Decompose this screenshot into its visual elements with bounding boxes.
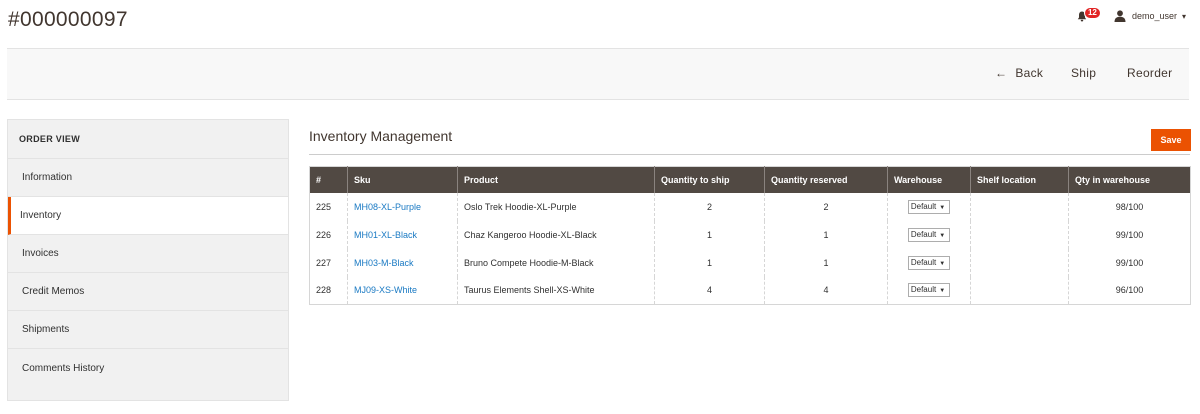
table-row: 225 MH08-XL-Purple Oslo Trek Hoodie-XL-P… [309, 192, 1191, 221]
section-title: Inventory Management [309, 128, 453, 144]
chevron-down-icon: ▾ [1181, 11, 1186, 21]
warehouse-select[interactable]: Default ▼ [907, 199, 951, 214]
cell-shelf-location [970, 248, 1069, 277]
save-button[interactable]: Save [1151, 129, 1191, 151]
sku-link[interactable]: MH08-XL-Purple [354, 202, 421, 212]
user-icon [1114, 10, 1126, 22]
column-header-id: # [309, 166, 348, 193]
cell-id: 225 [309, 192, 348, 221]
cell-quantity-to-ship: 1 [654, 220, 765, 249]
table-row: 227 MH03-M-Black Bruno Compete Hoodie-M-… [309, 248, 1191, 277]
sidebar-item-comments-history[interactable]: Comments History [8, 349, 288, 387]
sku-link[interactable]: MH03-M-Black [354, 258, 414, 268]
order-view-sidebar: ORDER VIEW Information Inventory Invoice… [7, 119, 289, 401]
header-actions: 12 demo_user ▾ [1076, 7, 1186, 24]
cell-product: Bruno Compete Hoodie-M-Black [457, 248, 655, 277]
cell-id: 226 [309, 220, 348, 249]
sku-link[interactable]: MH01-XL-Black [354, 230, 417, 240]
ship-button[interactable]: Ship [1071, 66, 1096, 80]
column-header-warehouse: Warehouse [887, 166, 971, 193]
cell-quantity-to-ship: 4 [654, 276, 765, 305]
chevron-down-icon: ▼ [939, 288, 946, 295]
chevron-down-icon: ▼ [939, 260, 946, 267]
sidebar-item-shipments[interactable]: Shipments [8, 311, 288, 349]
sidebar-item-information[interactable]: Information [8, 159, 288, 197]
reorder-button[interactable]: Reorder [1127, 66, 1172, 80]
cell-quantity-to-ship: 2 [654, 192, 765, 221]
cell-shelf-location [970, 220, 1069, 249]
warehouse-select-value: Default [910, 285, 937, 295]
cell-quantity-reserved: 2 [764, 192, 888, 221]
sidebar-item-invoices[interactable]: Invoices [8, 235, 288, 273]
warehouse-select[interactable]: Default ▼ [907, 283, 951, 298]
cell-product: Chaz Kangeroo Hoodie-XL-Black [457, 220, 655, 249]
warehouse-select-value: Default [910, 229, 937, 239]
column-header-quantity-reserved: Quantity reserved [764, 166, 888, 193]
back-button-label: Back [1015, 66, 1044, 80]
column-header-product: Product [457, 166, 655, 193]
sku-link[interactable]: MJ09-XS-White [354, 285, 417, 295]
table-row: 226 MH01-XL-Black Chaz Kangeroo Hoodie-X… [309, 220, 1191, 249]
chevron-down-icon: ▼ [939, 232, 946, 239]
cell-quantity-reserved: 1 [764, 248, 888, 277]
page-actions-bar: ← Back Ship Reorder [7, 48, 1189, 100]
cell-qty-in-warehouse: 99/100 [1115, 257, 1144, 268]
cell-quantity-reserved: 4 [764, 276, 888, 305]
table-header-row: # Sku Product Quantity to ship Quantity … [309, 166, 1191, 193]
cell-shelf-location [970, 276, 1069, 305]
notifications-button[interactable]: 12 [1076, 7, 1101, 24]
cell-quantity-reserved: 1 [764, 220, 888, 249]
warehouse-select-value: Default [910, 257, 937, 267]
back-button[interactable]: ← Back [995, 66, 1043, 80]
column-header-sku: Sku [347, 166, 458, 193]
cell-qty-in-warehouse: 99/100 [1115, 229, 1144, 240]
chevron-down-icon: ▼ [939, 204, 946, 211]
cell-quantity-to-ship: 1 [654, 248, 765, 277]
warehouse-select-value: Default [910, 201, 937, 211]
sidebar-item-inventory[interactable]: Inventory [8, 197, 288, 235]
sidebar-title: ORDER VIEW [8, 120, 288, 159]
warehouse-select[interactable]: Default ▼ [907, 255, 951, 270]
warehouse-select[interactable]: Default ▼ [907, 227, 951, 242]
column-header-shelf-location: Shelf location [970, 166, 1069, 193]
cell-qty-in-warehouse: 96/100 [1115, 285, 1144, 296]
column-header-qty-in-warehouse: Qty in warehouse [1068, 166, 1191, 193]
sidebar-item-credit-memos[interactable]: Credit Memos [8, 273, 288, 311]
inventory-table: # Sku Product Quantity to ship Quantity … [309, 166, 1191, 305]
arrow-left-icon: ← [995, 66, 1008, 80]
column-header-quantity-to-ship: Quantity to ship [654, 166, 765, 193]
cell-product: Oslo Trek Hoodie-XL-Purple [457, 192, 655, 221]
cell-id: 228 [309, 276, 348, 305]
user-menu[interactable]: demo_user ▾ [1114, 10, 1186, 22]
notification-badge: 12 [1083, 7, 1101, 19]
page-title: #000000097 [8, 8, 128, 31]
user-name: demo_user [1131, 11, 1177, 21]
section-divider [309, 154, 1190, 155]
cell-id: 227 [309, 248, 348, 277]
table-row: 228 MJ09-XS-White Taurus Elements Shell-… [309, 276, 1191, 305]
cell-shelf-location [970, 192, 1069, 221]
cell-product: Taurus Elements Shell-XS-White [457, 276, 655, 305]
cell-qty-in-warehouse: 98/100 [1115, 201, 1144, 212]
